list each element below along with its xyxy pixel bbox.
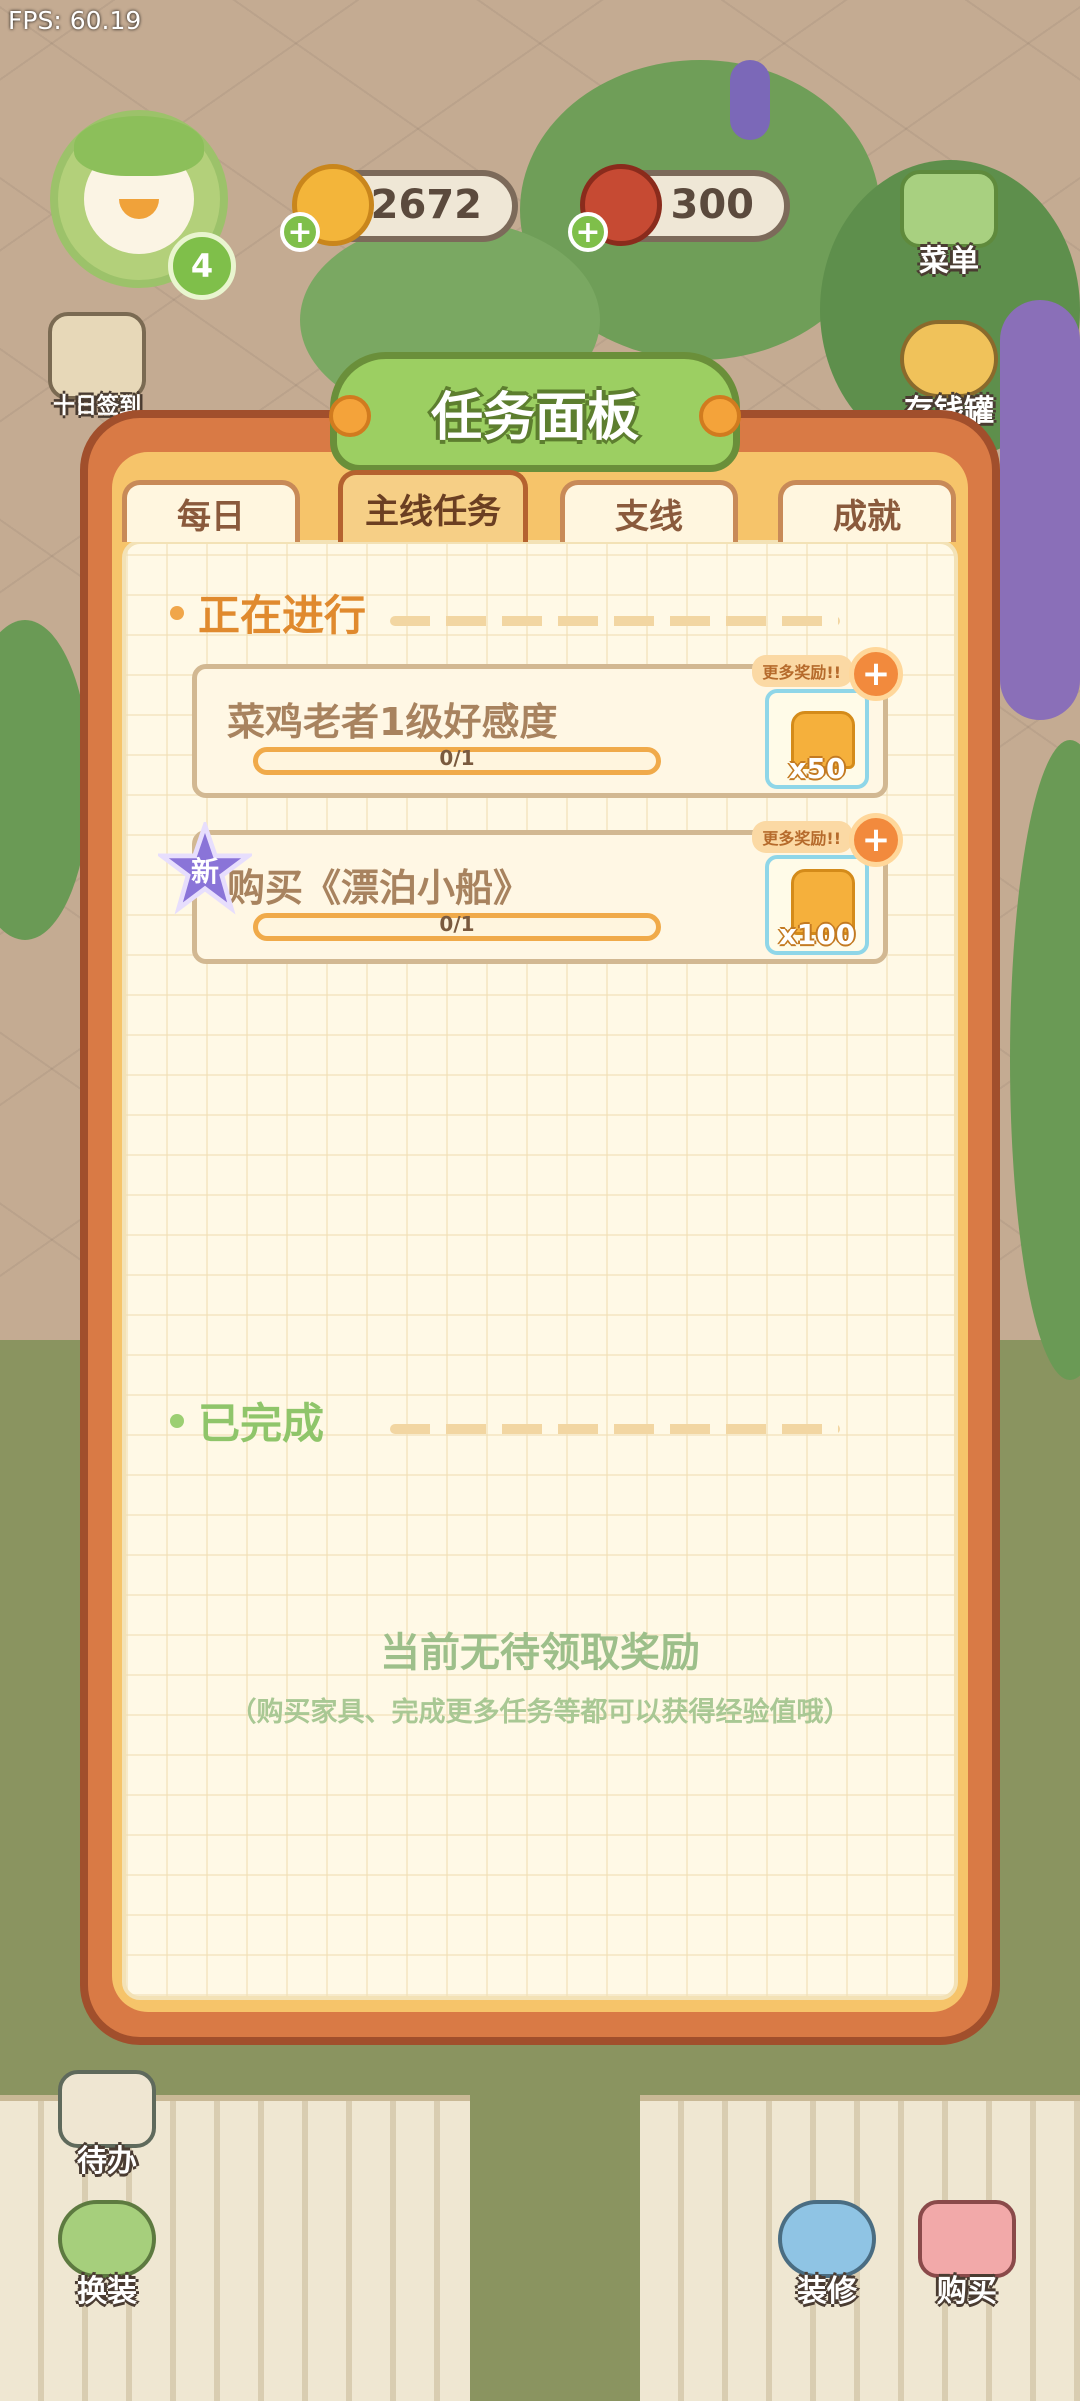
- tab-achievements[interactable]: 成就: [778, 480, 956, 542]
- menu-label: 菜单: [919, 244, 979, 279]
- panel-title: 任务面板: [430, 387, 639, 448]
- calendar-icon: [48, 312, 146, 400]
- task-title: 菜鸡老者1级好感度: [227, 700, 558, 744]
- add-food-button[interactable]: +: [568, 212, 608, 252]
- level-badge: 4: [168, 232, 236, 300]
- fps-counter: FPS: 60.19: [8, 6, 142, 35]
- gift-icon[interactable]: +: [849, 647, 903, 701]
- avatar-chick-face: [74, 116, 204, 254]
- more-rewards-tag: 更多奖励!!: [752, 655, 853, 687]
- reward-box[interactable]: x100: [765, 855, 869, 955]
- reward-box[interactable]: x50: [765, 689, 869, 789]
- checkin-button[interactable]: 十日签到: [42, 310, 152, 420]
- task-progress-text: 0/1: [439, 746, 475, 770]
- buy-button[interactable]: 购买: [912, 2200, 1022, 2310]
- new-label: 新: [190, 855, 219, 888]
- new-badge: 新: [158, 822, 252, 916]
- section-divider: [390, 1424, 840, 1434]
- food-value: 300: [670, 182, 755, 228]
- reward-count: x100: [778, 918, 856, 951]
- task-progress-bar: 0/1: [253, 746, 661, 775]
- dress-up-button[interactable]: 换装: [52, 2200, 162, 2310]
- coin-value: 2672: [370, 182, 482, 228]
- task-card[interactable]: 购买《漂泊小船》 0/1 x100 更多奖励!! +: [192, 813, 903, 964]
- decorate-label: 装修: [797, 2274, 857, 2309]
- in-progress-label: 正在进行: [198, 591, 367, 640]
- gift-icon[interactable]: +: [849, 813, 903, 867]
- task-title: 购买《漂泊小船》: [227, 866, 532, 910]
- section-dot: [170, 1413, 184, 1428]
- reward-count: x50: [788, 752, 846, 785]
- task-progress-bar: 0/1: [253, 912, 661, 941]
- todo-label: 待办: [77, 2144, 137, 2179]
- decorate-button[interactable]: 装修: [772, 2200, 882, 2310]
- buy-label: 购买: [937, 2274, 997, 2309]
- section-divider: [390, 616, 840, 626]
- completed-header: 已完成: [170, 1390, 324, 1451]
- tab-daily[interactable]: 每日: [122, 480, 300, 542]
- tab-main-quest[interactable]: 主线任务: [338, 470, 528, 542]
- task-card[interactable]: 菜鸡老者1级好感度 0/1 x50 更多奖励!! +: [192, 647, 903, 798]
- task-panel-title-plaque: 任务面板: [329, 352, 741, 472]
- wisteria-flowers: [730, 60, 770, 140]
- menu-button[interactable]: 菜单: [894, 170, 1004, 280]
- todo-button[interactable]: 待办: [52, 2070, 162, 2180]
- tab-side-quest[interactable]: 支线: [560, 480, 738, 542]
- empty-hint: （购买家具、完成更多任务等都可以获得经验值哦）: [229, 1697, 851, 1728]
- coin-counter[interactable]: + 2672: [280, 164, 518, 252]
- task-progress-text: 0/1: [439, 912, 475, 936]
- dress-up-label: 换装: [77, 2274, 137, 2309]
- empty-message: 当前无待领取奖励: [380, 1630, 700, 1676]
- section-dot: [170, 605, 184, 620]
- food-counter[interactable]: + 300: [568, 164, 790, 252]
- add-coins-button[interactable]: +: [280, 212, 320, 252]
- completed-label: 已完成: [198, 1399, 325, 1448]
- wisteria-flowers: [1000, 300, 1080, 720]
- in-progress-header: 正在进行: [170, 582, 366, 643]
- more-rewards-tag: 更多奖励!!: [752, 821, 853, 853]
